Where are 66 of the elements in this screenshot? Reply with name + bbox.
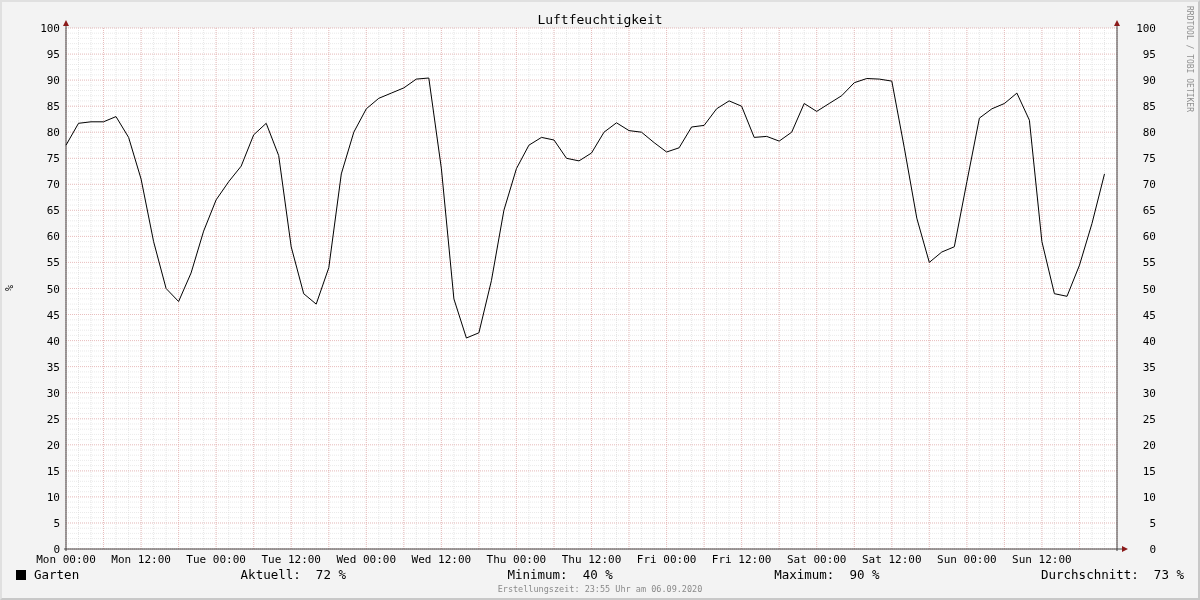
y-tick-label: 100 xyxy=(1136,22,1156,35)
y-tick-label: 45 xyxy=(46,308,60,322)
y-tick-label: 55 xyxy=(46,256,60,270)
x-tick-label: Wed 12:00 xyxy=(411,553,472,566)
y-tick-label: 80 xyxy=(1142,126,1156,140)
y-tick-label: 90 xyxy=(46,74,60,88)
x-tick-label: Sun 00:00 xyxy=(937,553,997,566)
y-tick-label: 60 xyxy=(1142,230,1156,244)
y-axis-label: % xyxy=(4,285,15,291)
legend-stat: Aktuell: 72 % xyxy=(240,565,346,584)
y-tick-label: 30 xyxy=(46,386,60,400)
y-tick-label: 15 xyxy=(1142,464,1156,478)
watermark-text: RRDTOOL / TOBI OETIKER xyxy=(1185,6,1194,112)
y-tick-label: 25 xyxy=(1142,412,1156,426)
x-tick-label: Sun 12:00 xyxy=(1012,553,1072,566)
y-tick-label: 75 xyxy=(1142,152,1156,166)
y-tick-label: 85 xyxy=(1142,100,1156,114)
chart-title: Luftfeuchtigkeit xyxy=(537,12,663,27)
x-tick-label: Tue 00:00 xyxy=(186,553,246,566)
y-tick-label: 75 xyxy=(46,152,60,166)
y-tick-label: 70 xyxy=(46,178,60,192)
y-tick-label: 0 xyxy=(53,543,60,556)
x-tick-label: Wed 00:00 xyxy=(336,553,397,566)
x-tick-label: Thu 12:00 xyxy=(561,553,622,566)
x-tick-label: Mon 00:00 xyxy=(36,553,96,566)
y-tick-label: 40 xyxy=(1142,334,1156,348)
y-tick-label: 10 xyxy=(1142,490,1156,504)
y-tick-label: 40 xyxy=(46,334,60,348)
y-tick-label: 55 xyxy=(1142,256,1156,270)
legend-stat: Durchschnitt: 73 % xyxy=(1041,565,1184,584)
creation-time-note: Erstellungszeit: 23:55 Uhr am 06.09.2020 xyxy=(496,584,704,594)
y-tick-label: 60 xyxy=(46,230,60,244)
y-tick-label: 0 xyxy=(1149,543,1156,556)
y-tick-label: 50 xyxy=(1142,282,1156,296)
x-tick-label: Fri 12:00 xyxy=(711,553,772,566)
legend-stat: Minimum: 40 % xyxy=(507,565,613,584)
y-tick-label: 30 xyxy=(1142,386,1156,400)
y-tick-label: 35 xyxy=(46,360,60,374)
x-tick-label: Sat 00:00 xyxy=(786,553,847,566)
y-tick-label: 45 xyxy=(1142,308,1156,322)
x-tick-label: Tue 12:00 xyxy=(261,553,321,566)
legend-swatch xyxy=(16,570,26,580)
legend-series-name: Garten xyxy=(34,565,80,584)
y-tick-label: 50 xyxy=(46,282,60,296)
y-tick-label: 95 xyxy=(46,48,60,62)
y-tick-label: 25 xyxy=(46,412,60,426)
x-tick-label: Sat 12:00 xyxy=(862,553,922,566)
y-tick-label: 35 xyxy=(1142,360,1156,374)
y-tick-label: 65 xyxy=(46,204,60,218)
y-tick-label: 100 xyxy=(40,22,60,35)
y-tick-label: 5 xyxy=(1149,517,1156,530)
y-tick-label: 95 xyxy=(1142,48,1156,62)
x-tick-label: Thu 00:00 xyxy=(486,553,547,566)
y-tick-label: 65 xyxy=(1142,204,1156,218)
x-tick-label: Mon 12:00 xyxy=(111,553,171,566)
x-tick-label: Fri 00:00 xyxy=(636,553,697,566)
y-tick-label: 10 xyxy=(46,490,60,504)
y-tick-label: 20 xyxy=(46,438,60,452)
legend-stat: Maximum: 90 % xyxy=(774,565,880,584)
y-tick-label: 15 xyxy=(46,464,60,478)
y-tick-label: 70 xyxy=(1142,178,1156,192)
y-tick-label: 80 xyxy=(46,126,60,140)
y-tick-label: 20 xyxy=(1142,438,1156,452)
y-tick-label: 85 xyxy=(46,100,60,114)
y-tick-label: 90 xyxy=(1142,74,1156,88)
y-tick-label: 5 xyxy=(53,517,60,530)
